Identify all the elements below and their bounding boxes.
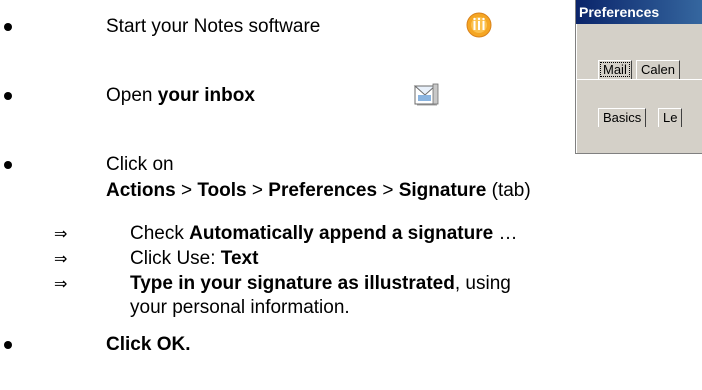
bullet	[4, 92, 12, 100]
preferences-dialog: Preferences Mail Calen Basics Le	[575, 0, 702, 154]
tab-basics[interactable]: Basics	[598, 108, 647, 127]
path-suffix: (tab)	[486, 180, 531, 201]
substep-prefix: Check	[130, 223, 190, 244]
bullet	[4, 161, 12, 169]
step-click-on: Click on	[106, 154, 174, 176]
step-start-notes: Start your Notes software	[106, 16, 320, 38]
bullet	[4, 341, 12, 349]
tab-divider	[576, 79, 702, 80]
substep-check-append: Check Automatically append a signature …	[130, 223, 518, 245]
path-tools: Tools	[197, 180, 247, 201]
path-separator: >	[175, 180, 198, 201]
menu-path: Actions > Tools > Preferences > Signatur…	[106, 180, 531, 202]
path-separator: >	[377, 180, 399, 201]
substep-type-signature: Type in your signature as illustrated, u…	[130, 273, 511, 295]
arrow-icon: ⇒	[54, 224, 68, 243]
path-separator: >	[246, 180, 269, 201]
step-prefix: Click on	[106, 154, 174, 175]
tab-letterhead[interactable]: Le	[658, 108, 683, 127]
tab-mail[interactable]: Mail	[598, 60, 632, 79]
arrow-icon: ⇒	[54, 249, 68, 268]
dialog-title: Preferences	[576, 0, 702, 24]
substep-prefix: Click Use:	[130, 248, 221, 269]
substep-bold: Type in your signature as illustrated	[130, 273, 455, 294]
path-preferences: Preferences	[268, 180, 378, 201]
path-signature: Signature	[398, 180, 487, 201]
path-actions: Actions	[106, 180, 176, 201]
step-prefix: Open	[106, 85, 158, 106]
step-open-inbox: Open your inbox	[106, 85, 255, 107]
substep-suffix: , using	[454, 273, 511, 294]
step-click-ok: Click OK.	[106, 334, 190, 356]
substep-bold: Automatically append a signature	[189, 223, 494, 244]
step-bold: your inbox	[157, 85, 255, 106]
arrow-icon: ⇒	[54, 274, 68, 293]
substep-suffix: …	[493, 223, 518, 244]
lotus-notes-icon	[466, 12, 492, 38]
tab-calendar[interactable]: Calen	[636, 60, 680, 79]
inbox-icon	[413, 83, 439, 106]
substep-type-signature-line2: your personal information.	[130, 297, 350, 318]
bullet	[4, 23, 12, 31]
step-bold: Click OK.	[106, 334, 191, 355]
step-text: Start your Notes software	[106, 16, 321, 37]
substep-bold: Text	[220, 248, 259, 269]
substep-use-text: Click Use: Text	[130, 248, 258, 270]
